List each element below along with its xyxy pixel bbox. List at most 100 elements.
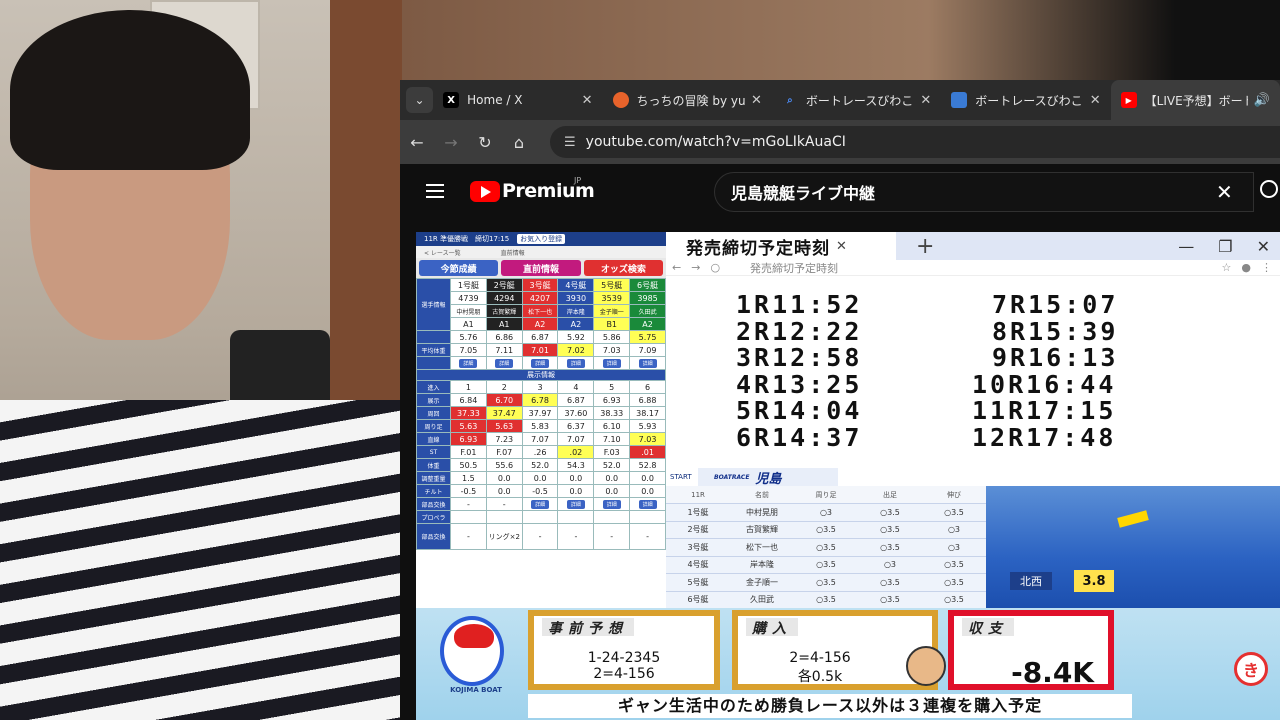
more-icon[interactable]: ⋮: [1261, 261, 1280, 274]
cell: 6.78: [521, 393, 559, 407]
cell: -: [450, 497, 487, 511]
tab-youtube-live[interactable]: ▶ 【LIVE予想】ボート 🔊: [1110, 80, 1280, 120]
table-row: 11R 名前 周り足 出足 伸び: [666, 486, 986, 504]
cell: 0.0: [629, 484, 666, 498]
row-label: プロペラ: [416, 510, 451, 524]
tab-biwako-search[interactable]: ⌕ ボートレースびわこ - 検 ✕: [772, 80, 941, 120]
speaker-icon[interactable]: 🔊: [1254, 93, 1270, 108]
cell: 3号艇: [666, 538, 730, 557]
tab-latest[interactable]: 直前情報: [501, 260, 581, 276]
table-row: A1 A1 A2 A2 B1 A2: [417, 317, 666, 331]
back-icon[interactable]: ←: [400, 133, 434, 152]
tab-search-button[interactable]: ⌄: [406, 87, 434, 113]
detail-button[interactable]: 詳細: [602, 359, 621, 368]
close-icon[interactable]: ✕: [920, 93, 931, 108]
detail-button[interactable]: 詳細: [602, 500, 621, 509]
sub-title: 直前情報: [500, 249, 525, 257]
forward-icon[interactable]: →: [691, 261, 700, 274]
balance-box: 収支 -8.4K: [948, 610, 1114, 690]
back-link[interactable]: < レース一覧: [424, 248, 461, 257]
detail-button[interactable]: 詳細: [566, 500, 585, 509]
cell: F.03: [593, 445, 631, 459]
cell: 6.88: [629, 393, 666, 407]
new-tab-icon[interactable]: +: [916, 234, 934, 259]
row-label: 体重: [416, 458, 451, 472]
profile-icon[interactable]: ●: [1241, 261, 1251, 274]
favorite-button[interactable]: お気入り登録: [517, 234, 566, 244]
cell: ○3: [794, 503, 858, 522]
tab-biwako-official[interactable]: ボートレースびわこ Offic ✕: [941, 80, 1110, 120]
close-window-icon[interactable]: ✕: [1257, 237, 1270, 256]
row-label: [416, 330, 451, 344]
search-input[interactable]: 児島競艇ライブ中継: [714, 172, 1254, 212]
deadline-grid: 1R11:52 7R15:07 2R12:22 8R15:39 3R12:58 9R1…: [736, 291, 1276, 451]
close-icon[interactable]: ✕: [751, 93, 762, 108]
cell: ○3.5: [858, 591, 922, 609]
row-label: ST: [416, 445, 451, 459]
table-row: 周回 37.33 37.47 37.97 37.60 38.33 38.17: [416, 406, 666, 420]
close-icon[interactable]: ✕: [582, 93, 593, 108]
hair: [10, 10, 250, 170]
boat-label: 6号艇: [629, 278, 666, 292]
video-player[interactable]: 11R 準優勝戦 締切17:15 お気入り登録 < レース一覧 直前情報 今節成…: [416, 232, 1280, 720]
table-row: プロペラ: [416, 510, 666, 524]
start-label: START: [670, 473, 692, 481]
search-icon[interactable]: [1260, 180, 1278, 198]
cell: 5.75: [629, 330, 666, 344]
address-bar: ← → ↻ ⌂ ☰ youtube.com/watch?v=mGoLIkAuaC…: [400, 120, 1280, 164]
cell: F.01: [450, 445, 487, 459]
race-number: 10R: [972, 369, 1027, 399]
detail-button[interactable]: 詳細: [638, 359, 657, 368]
back-icon[interactable]: ←: [672, 261, 681, 274]
close-icon[interactable]: ✕: [836, 239, 848, 254]
detail-button[interactable]: 詳細: [459, 359, 478, 368]
detail-button[interactable]: 詳細: [531, 359, 550, 368]
wind-speed: 3.8: [1074, 570, 1114, 592]
site-info-icon[interactable]: ☰: [564, 135, 576, 150]
column-header: 周り足: [794, 486, 858, 504]
tab-chicchi[interactable]: ちっちの冒険 by yusuk ✕: [603, 80, 772, 120]
reload-icon[interactable]: ↻: [468, 133, 502, 152]
tab-label: ちっちの冒険 by yusuk: [636, 93, 745, 108]
schedule-tab[interactable]: 発売締切予定時刻 ✕: [666, 232, 896, 260]
row-label: 平均体重: [416, 343, 451, 357]
boatrace-logo-icon: [951, 92, 968, 108]
youtube-header: Premium JP 児島競艇ライブ中継 ✕: [400, 164, 1280, 224]
cell: [450, 510, 487, 524]
cell: 1号艇: [666, 503, 730, 522]
home-icon[interactable]: ⌂: [502, 133, 536, 152]
cell: ○3.5: [922, 503, 986, 522]
url-field[interactable]: ☰ youtube.com/watch?v=mGoLIkAuaCI: [550, 126, 1280, 158]
forward-icon[interactable]: →: [434, 133, 468, 152]
detail-button[interactable]: 詳細: [495, 359, 514, 368]
table-row: 1号艇 中村晃朋 ○3 ○3.5 ○3.5: [666, 503, 986, 522]
cell: 5.83: [521, 419, 559, 433]
reload-icon[interactable]: ○: [710, 261, 720, 274]
table-row: 進入 1 2 3 4 5 6: [416, 380, 666, 394]
tab-odds[interactable]: オッズ検索: [583, 260, 663, 276]
table-row: 平均体重 7.05 7.11 7.01 7.02 7.03 7.09: [416, 343, 666, 357]
close-icon[interactable]: ✕: [1090, 93, 1101, 108]
tab-results[interactable]: 今節成績: [419, 260, 499, 276]
detail-button[interactable]: 詳細: [638, 500, 657, 509]
cell: 6.84: [450, 393, 487, 407]
tab-x[interactable]: X Home / X ✕: [433, 80, 602, 120]
cell: リング×2: [485, 523, 523, 550]
cell: 詳細: [629, 356, 666, 370]
box-title: 購入: [746, 618, 798, 637]
table-row: 部品交換 - リング×2 - - - -: [416, 523, 666, 550]
cell: ○3.5: [794, 556, 858, 574]
maximize-icon[interactable]: ❐: [1218, 237, 1232, 256]
minimize-icon[interactable]: —: [1178, 237, 1194, 256]
star-icon[interactable]: ☆: [1222, 261, 1232, 274]
detail-button[interactable]: 詳細: [566, 359, 585, 368]
clear-search-icon[interactable]: ✕: [1216, 180, 1233, 204]
detail-button[interactable]: 詳細: [531, 500, 550, 509]
cell: [629, 510, 666, 524]
youtube-logo-icon[interactable]: [470, 181, 500, 202]
menu-icon[interactable]: [426, 184, 444, 198]
table-row: 部品交換 - - 詳細 詳細 詳細 詳細: [416, 497, 666, 511]
box-line: 1-24-2345: [587, 650, 661, 666]
cell: 37.60: [557, 406, 595, 420]
player-name: 古賀繁輝: [485, 304, 523, 318]
